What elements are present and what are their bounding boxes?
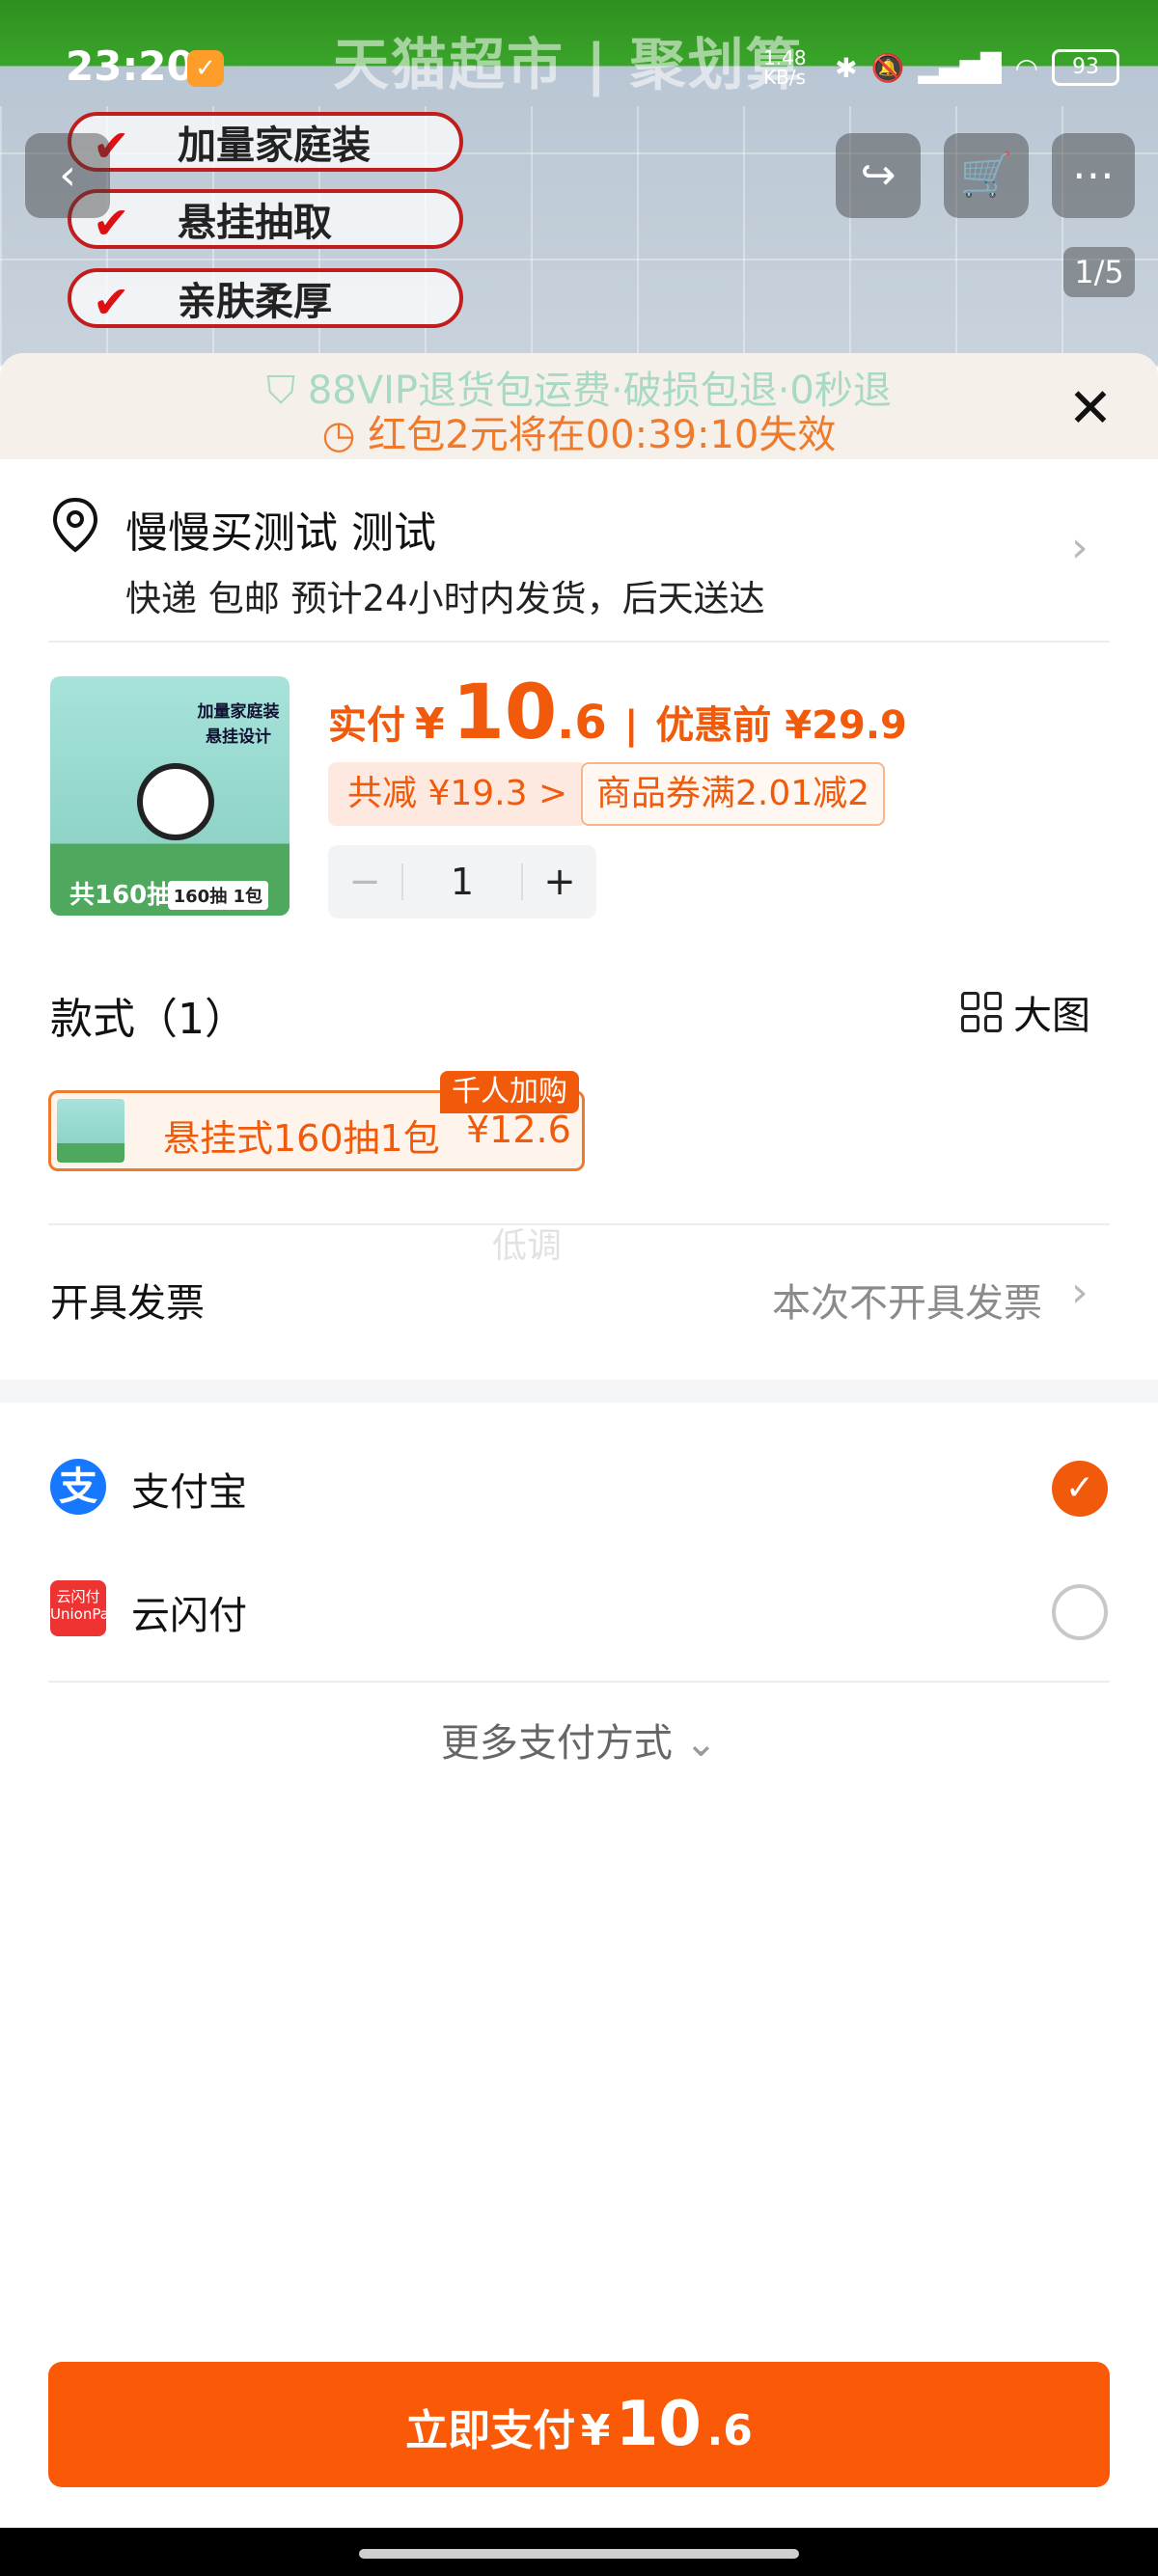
- signal-icon: ▂▄▆█: [918, 51, 1002, 84]
- chevron-right-icon: ›: [1071, 1268, 1089, 1317]
- pay-now-amount-int: 10: [615, 2389, 702, 2460]
- price-integer: 10: [452, 670, 558, 756]
- style-section-title: 款式（1）: [50, 995, 247, 1044]
- checkout-sheet: ⛉ 88VIP退货包运费·破损包退·0秒退 ◷ 红包2元将在00:39:10失效…: [0, 353, 1158, 2576]
- service-banner: ⛉ 88VIP退货包运费·破损包退·0秒退 ◷ 红包2元将在00:39:10失效…: [0, 353, 1158, 459]
- product-image[interactable]: 加量家庭装 悬挂设计 共160抽 160抽 1包: [50, 676, 290, 916]
- product-image-badge: 160抽 1包: [167, 881, 268, 910]
- increase-button[interactable]: +: [523, 860, 596, 904]
- invoice-label: 开具发票: [50, 1281, 205, 1326]
- alipay-icon: 支: [50, 1459, 106, 1515]
- invoice-value: 本次不开具发票: [772, 1281, 1042, 1326]
- app-notification-icon: ✓: [187, 50, 224, 87]
- divider: [48, 641, 1110, 643]
- promo-label: 悬挂抽取: [178, 201, 332, 245]
- net-speed: 1.48 KB/s: [763, 46, 807, 89]
- home-indicator[interactable]: [359, 2549, 799, 2559]
- price-row: 实付 ¥ 10 .6 | 优惠前 ¥29.9: [328, 670, 907, 756]
- big-image-label: 大图: [1013, 994, 1090, 1038]
- promo-item: ✔ 加量家庭装: [68, 112, 463, 172]
- discount-tag[interactable]: 共减 ¥19.3 >: [328, 762, 588, 826]
- promo-item: ✔ 亲肤柔厚: [68, 268, 463, 328]
- back-icon: ‹: [59, 151, 76, 200]
- wifi-icon: ◠: [1014, 51, 1038, 84]
- chevron-down-icon: ⌄: [684, 1721, 718, 1766]
- close-icon: ✕: [1067, 377, 1114, 440]
- more-button[interactable]: ⋯: [1052, 133, 1135, 218]
- bluetooth-icon: ✱: [835, 51, 858, 84]
- home-indicator-bar: [0, 2528, 1158, 2576]
- promo-item: ✔ 悬挂抽取: [68, 189, 463, 249]
- pay-now-label: 立即支付: [405, 2406, 576, 2455]
- radio-unselected-icon[interactable]: [1052, 1584, 1108, 1640]
- panda-graphic: [137, 763, 214, 840]
- price-separator: |: [623, 703, 639, 748]
- unionpay-icon: 云闪付 UnionPay: [50, 1580, 118, 1636]
- variant-price: ¥12.6: [466, 1109, 571, 1151]
- invoice-row[interactable]: 开具发票 本次不开具发票 ›: [0, 1243, 1158, 1351]
- back-button[interactable]: ‹: [25, 133, 110, 218]
- payment-method-alipay[interactable]: 支 支付宝 ✓: [0, 1432, 1158, 1538]
- red-packet-expiry-text: ◷ 红包2元将在00:39:10失效: [321, 413, 837, 457]
- price-decimal: .6: [557, 696, 607, 750]
- image-page-indicator: 1/5: [1063, 247, 1135, 297]
- shop-title: 天猫超市 | 聚划算: [333, 32, 804, 97]
- quantity-value[interactable]: 1: [401, 863, 523, 900]
- product-image-caption: 加量家庭装 悬挂设计: [197, 702, 280, 747]
- grid-icon: [961, 992, 1002, 1032]
- clock-icon: ◷: [321, 413, 369, 457]
- location-pin-icon: [52, 497, 98, 553]
- chevron-right-icon: ›: [1071, 523, 1089, 572]
- divider: [48, 1681, 1110, 1683]
- check-icon: ✔: [93, 276, 130, 328]
- promo-label: 加量家庭装: [178, 123, 371, 168]
- address-row[interactable]: 慢慢买测试 测试 快递 包邮 预计24小时内发货，后天送达 ›: [0, 479, 1158, 619]
- share-button[interactable]: ↪: [836, 133, 921, 218]
- big-image-toggle[interactable]: 大图: [961, 984, 1090, 1040]
- radio-selected-icon[interactable]: ✓: [1052, 1461, 1108, 1517]
- status-time: 23:20: [66, 42, 195, 90]
- pay-now-amount-dec: .6: [706, 2406, 753, 2455]
- payment-method-label: 云闪付: [131, 1594, 247, 1638]
- pay-label: 实付: [328, 703, 405, 748]
- pay-now-button[interactable]: 立即支付 ¥ 10 .6: [48, 2362, 1110, 2487]
- recipient-name: 慢慢买测试 测试: [125, 508, 436, 558]
- more-payment-methods[interactable]: 更多支付方式 ⌄: [0, 1712, 1158, 1768]
- quantity-stepper: − 1 +: [328, 845, 596, 918]
- close-button[interactable]: ✕: [1062, 380, 1119, 438]
- promo-label: 亲肤柔厚: [178, 280, 332, 324]
- status-indicators: 1.48 KB/s ✱ 🔕 ▂▄▆█ ◠ 93: [763, 41, 1119, 95]
- section-gap: [0, 1380, 1158, 1403]
- shipping-info: 快递 包邮 预计24小时内发货，后天送达: [125, 578, 765, 619]
- payment-method-label: 支付宝: [131, 1470, 247, 1515]
- pre-discount-price: 优惠前 ¥29.9: [655, 703, 907, 748]
- coupon-tag: 商品券满2.01减2: [581, 762, 886, 826]
- payment-method-unionpay[interactable]: 云闪付 UnionPay 云闪付: [0, 1555, 1158, 1661]
- mute-icon: 🔕: [870, 51, 905, 84]
- divider: [48, 1223, 1110, 1225]
- currency-symbol: ¥: [415, 699, 445, 749]
- variant-label: 悬挂式160抽1包: [163, 1117, 440, 1160]
- hot-badge: 千人加购: [440, 1071, 579, 1113]
- more-icon: ⋯: [1072, 151, 1115, 200]
- cart-icon: 🛒: [959, 151, 1013, 200]
- cart-button[interactable]: 🛒: [944, 133, 1029, 218]
- share-icon: ↪: [860, 151, 896, 200]
- variant-thumbnail: [57, 1099, 124, 1163]
- decrease-button[interactable]: −: [328, 860, 401, 904]
- pay-now-currency: ¥: [580, 2406, 611, 2455]
- battery-icon: 93: [1052, 49, 1119, 86]
